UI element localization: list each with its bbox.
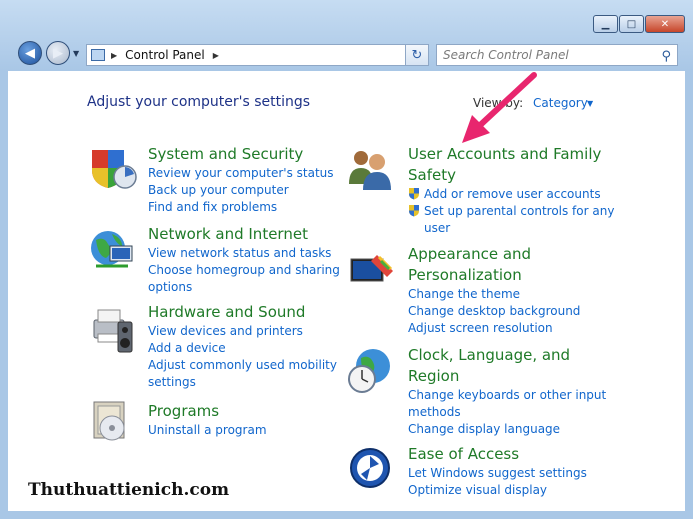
minimize-button[interactable]: ▁ xyxy=(593,15,618,33)
system-security-icon[interactable] xyxy=(88,146,138,190)
keyboards-link-cont[interactable]: methods xyxy=(408,404,606,421)
hardware-sound-icon[interactable] xyxy=(88,304,138,354)
homegroup-link-cont[interactable]: options xyxy=(148,279,340,296)
category-ease-of-access: Ease of Access Let Windows suggest setti… xyxy=(408,444,587,499)
mobility-settings-link-cont[interactable]: settings xyxy=(148,374,337,391)
breadcrumb-control-panel[interactable]: Control Panel xyxy=(125,48,205,62)
appearance-personalization-icon[interactable] xyxy=(347,251,397,295)
category-system-security: System and Security Review your computer… xyxy=(148,144,334,216)
uac-shield-icon xyxy=(409,188,419,200)
programs-title[interactable]: Programs xyxy=(148,401,267,422)
network-status-link[interactable]: View network status and tasks xyxy=(148,245,340,262)
optimize-display-link[interactable]: Optimize visual display xyxy=(408,482,587,499)
recent-pages-dropdown-icon[interactable]: ▼ xyxy=(73,49,79,58)
review-status-link[interactable]: Review your computer's status xyxy=(148,165,334,182)
clock-language-title[interactable]: Clock, Language, and xyxy=(408,345,606,366)
ease-of-access-icon[interactable] xyxy=(347,446,397,492)
keyboards-link[interactable]: Change keyboards or other input xyxy=(408,387,606,404)
add-remove-accounts-label: Add or remove user accounts xyxy=(424,187,601,201)
page-title: Adjust your computer's settings xyxy=(87,94,311,110)
breadcrumb-arrow-icon[interactable]: ▶ xyxy=(111,51,117,60)
control-panel-icon xyxy=(91,49,105,61)
system-security-title[interactable]: System and Security xyxy=(148,144,334,165)
uac-shield-icon xyxy=(409,205,419,217)
category-programs: Programs Uninstall a program xyxy=(148,401,267,439)
appearance-title[interactable]: Appearance and xyxy=(408,244,580,265)
screen-resolution-link[interactable]: Adjust screen resolution xyxy=(408,320,580,337)
category-hardware-sound: Hardware and Sound View devices and prin… xyxy=(148,302,337,391)
ease-of-access-title[interactable]: Ease of Access xyxy=(408,444,587,465)
network-internet-title[interactable]: Network and Internet xyxy=(148,224,340,245)
breadcrumb-arrow-icon[interactable]: ▶ xyxy=(213,51,219,60)
add-device-link[interactable]: Add a device xyxy=(148,340,337,357)
desktop-background-link[interactable]: Change desktop background xyxy=(408,303,580,320)
search-placeholder: Search Control Panel xyxy=(443,48,569,62)
search-icon[interactable]: ⚲ xyxy=(661,47,671,67)
forward-button[interactable]: ▶ xyxy=(46,41,70,65)
mobility-settings-link[interactable]: Adjust commonly used mobility xyxy=(148,357,337,374)
maximize-button[interactable]: □ xyxy=(619,15,644,33)
address-bar[interactable]: ▶ Control Panel ▶ ▼ xyxy=(86,44,428,66)
category-network-internet: Network and Internet View network status… xyxy=(148,224,340,296)
view-by-dropdown-arrow-icon[interactable]: ▼ xyxy=(587,99,593,108)
watermark-text: Thuthuattienich.com xyxy=(28,480,230,500)
category-user-accounts: User Accounts and Family Safety Add or r… xyxy=(408,144,614,237)
suggest-settings-link[interactable]: Let Windows suggest settings xyxy=(408,465,587,482)
programs-icon[interactable] xyxy=(88,398,138,444)
annotation-arrow-icon xyxy=(462,72,537,143)
window-controls: ▁ □ ✕ xyxy=(592,15,685,33)
close-button[interactable]: ✕ xyxy=(645,15,685,33)
navigation-bar: ◀ ▶ ▼ ▶ Control Panel ▶ ▼ ↻ Search Contr… xyxy=(0,37,693,69)
search-input[interactable]: Search Control Panel ⚲ xyxy=(436,44,678,66)
hardware-sound-title[interactable]: Hardware and Sound xyxy=(148,302,337,323)
back-button[interactable]: ◀ xyxy=(18,41,42,65)
clock-language-title-cont[interactable]: Region xyxy=(408,366,606,387)
main-content: Adjust your computer's settings View by:… xyxy=(8,71,685,511)
add-remove-accounts-link[interactable]: Add or remove user accounts xyxy=(408,186,614,203)
category-appearance: Appearance and Personalization Change th… xyxy=(408,244,580,337)
change-theme-link[interactable]: Change the theme xyxy=(408,286,580,303)
user-accounts-icon[interactable] xyxy=(347,146,397,192)
parental-controls-link[interactable]: Set up parental controls for any xyxy=(408,203,614,220)
homegroup-link[interactable]: Choose homegroup and sharing xyxy=(148,262,340,279)
devices-printers-link[interactable]: View devices and printers xyxy=(148,323,337,340)
refresh-button[interactable]: ↻ xyxy=(405,44,429,66)
display-language-link[interactable]: Change display language xyxy=(408,421,606,438)
backup-link[interactable]: Back up your computer xyxy=(148,182,334,199)
appearance-title-cont[interactable]: Personalization xyxy=(408,265,580,286)
fix-problems-link[interactable]: Find and fix problems xyxy=(148,199,334,216)
category-clock-language: Clock, Language, and Region Change keybo… xyxy=(408,345,606,438)
parental-controls-link-cont[interactable]: user xyxy=(408,220,614,237)
clock-language-region-icon[interactable] xyxy=(347,346,397,396)
parental-controls-label: Set up parental controls for any xyxy=(424,204,615,218)
network-internet-icon[interactable] xyxy=(88,228,138,272)
control-panel-window: ▁ □ ✕ ◀ ▶ ▼ ▶ Control Panel ▶ ▼ ↻ Search… xyxy=(0,0,693,519)
user-accounts-title-cont[interactable]: Safety xyxy=(408,165,614,186)
uninstall-program-link[interactable]: Uninstall a program xyxy=(148,422,267,439)
